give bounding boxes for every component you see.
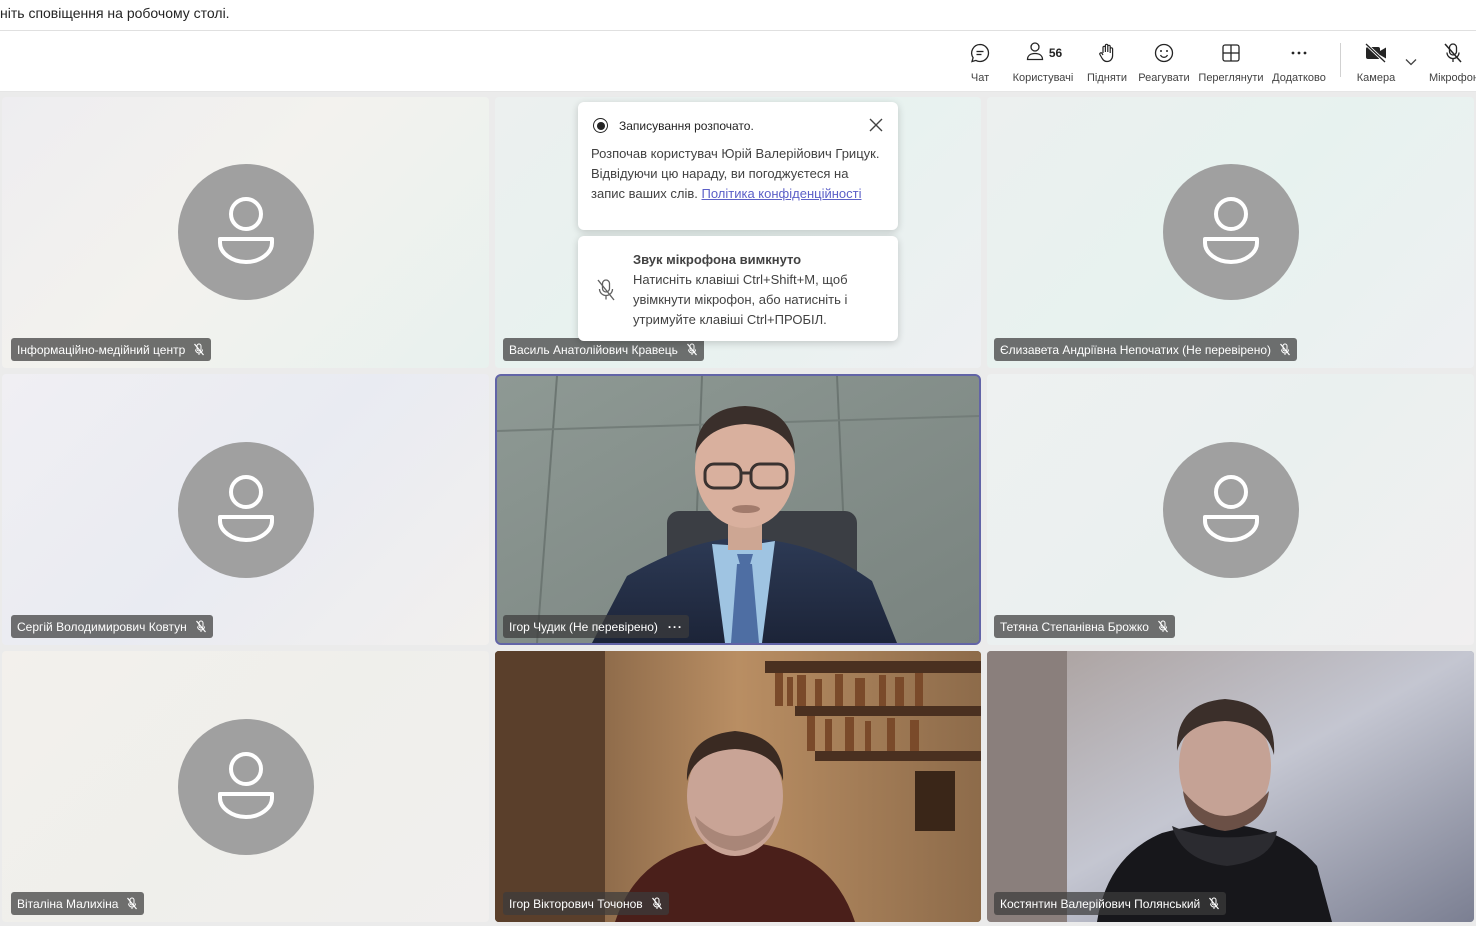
video-feed [495, 651, 981, 922]
recording-started-toast: Записування розпочато. Розпочав користув… [578, 102, 898, 230]
close-icon[interactable] [868, 117, 884, 133]
participant-name-tag: Василь Анатолійович Кравець [503, 338, 704, 361]
avatar [1163, 164, 1299, 300]
view-button[interactable]: Переглянути [1198, 41, 1264, 87]
mic-off-icon [686, 343, 698, 356]
mic-toast-title: Звук мікрофона вимкнуто [633, 252, 802, 267]
chevron-down-icon [1405, 53, 1417, 71]
camera-off-icon [1364, 41, 1388, 65]
people-label: Користувачі [1012, 72, 1074, 84]
participant-name-tag: Тетяна Степанівна Брожко [994, 615, 1175, 638]
video-feed [987, 651, 1474, 922]
mic-off-icon [651, 897, 663, 910]
participant-tile[interactable]: Тетяна Степанівна Брожко [987, 374, 1474, 645]
people-button-icon-row: 56 [1024, 41, 1062, 65]
banner-text: ніть сповіщення на робочому столі. [0, 5, 230, 21]
view-label: Переглянути [1198, 72, 1264, 84]
raise-hand-label: Підняти [1087, 72, 1127, 84]
participant-name: Єлизавета Андріївна Непочатих (Не переві… [1000, 342, 1272, 357]
mic-off-icon [126, 897, 138, 910]
participant-tile[interactable]: Костянтин Валерійович Полянський [987, 651, 1474, 922]
participant-tile[interactable]: Ігор Вікторович Точонов [495, 651, 981, 922]
person-icon [1200, 194, 1262, 271]
participant-name-tag: Ігор Чудик (Не перевірено) ··· [503, 615, 689, 638]
participant-name-tag: Сергій Володимирович Ковтун [11, 615, 213, 638]
participant-name-tag: Віталіна Малихіна [11, 892, 145, 915]
camera-options-chevron[interactable] [1403, 54, 1419, 70]
person-icon [1200, 472, 1262, 549]
participant-name: Інформаційно-медійний центр [17, 342, 186, 357]
participant-tile[interactable]: Єлизавета Андріївна Непочатих (Не переві… [987, 97, 1474, 368]
people-count: 56 [1048, 46, 1063, 60]
more-icon [1288, 41, 1310, 65]
privacy-policy-link[interactable]: Політика конфіденційності [702, 186, 862, 201]
mic-off-icon [195, 620, 207, 633]
participant-name-tag: Костянтин Валерійович Полянський [994, 892, 1227, 915]
more-button[interactable]: Додатково [1270, 41, 1328, 87]
avatar [178, 164, 314, 300]
mic-toast-body: Натисніть клавіші Ctrl+Shift+M, щоб увім… [633, 272, 848, 327]
recording-toast-title: Записування розпочато. [619, 119, 754, 133]
participant-name: Костянтин Валерійович Полянський [1000, 896, 1201, 911]
person-icon [215, 194, 277, 271]
participant-name: Василь Анатолійович Кравець [509, 342, 678, 357]
react-label: Реагувати [1138, 72, 1190, 84]
mic-off-icon [1442, 41, 1464, 65]
participant-name: Тетяна Степанівна Брожко [1000, 619, 1149, 634]
view-icon [1220, 41, 1242, 65]
participant-name: Ігор Чудик (Не перевірено) [509, 619, 658, 634]
chat-icon [969, 41, 991, 65]
participant-tile[interactable]: Інформаційно-медійний центр [2, 97, 489, 368]
recording-toast-body: Розпочав користувач Юрій Валерійович Гри… [591, 144, 886, 204]
mic-off-icon [595, 278, 617, 307]
mic-label: Мікрофон [1429, 72, 1476, 84]
participant-tile[interactable]: Сергій Володимирович Ковтун [2, 374, 489, 645]
chat-label: Чат [970, 72, 990, 84]
person-icon [215, 472, 277, 549]
chat-button[interactable]: Чат [964, 41, 996, 87]
people-button[interactable]: 56 Користувачі [1010, 41, 1076, 87]
people-icon [1024, 40, 1046, 67]
mic-toggle-button[interactable]: Мікрофон [1428, 41, 1476, 87]
participant-name: Сергій Володимирович Ковтун [17, 619, 187, 634]
participant-tile[interactable]: Віталіна Малихіна [2, 651, 489, 922]
mic-off-icon [1157, 620, 1169, 633]
participant-name-tag: Ігор Вікторович Точонов [503, 892, 669, 915]
mic-off-icon [1208, 897, 1220, 910]
record-icon [593, 118, 608, 133]
mic-off-icon [193, 343, 205, 356]
video-feed [497, 376, 979, 643]
participant-name-tag: Інформаційно-медійний центр [11, 338, 212, 361]
participant-more-icon[interactable]: ··· [668, 620, 683, 634]
raise-hand-icon [1096, 41, 1118, 65]
mic-off-icon [1279, 343, 1291, 356]
react-icon [1153, 41, 1175, 65]
person-icon [215, 749, 277, 826]
participant-name: Віталіна Малихіна [17, 896, 119, 911]
avatar [1163, 442, 1299, 578]
participant-name-tag: Єлизавета Андріївна Непочатих (Не переві… [994, 338, 1298, 361]
avatar [178, 442, 314, 578]
avatar [178, 719, 314, 855]
toolbar-separator [1340, 43, 1341, 77]
mic-muted-toast: Звук мікрофона вимкнуто Натисніть клавіш… [578, 236, 898, 341]
participant-name: Ігор Вікторович Точонов [509, 896, 643, 911]
raise-hand-button[interactable]: Підняти [1084, 41, 1130, 87]
camera-label: Камера [1356, 72, 1396, 84]
react-button[interactable]: Реагувати [1138, 41, 1190, 87]
camera-toggle-button[interactable]: Камера [1354, 41, 1398, 87]
participant-tile-speaking[interactable]: Ігор Чудик (Не перевірено) ··· [495, 374, 981, 645]
more-label: Додатково [1272, 72, 1326, 84]
desktop-notification-banner: ніть сповіщення на робочому столі. [0, 0, 1476, 31]
